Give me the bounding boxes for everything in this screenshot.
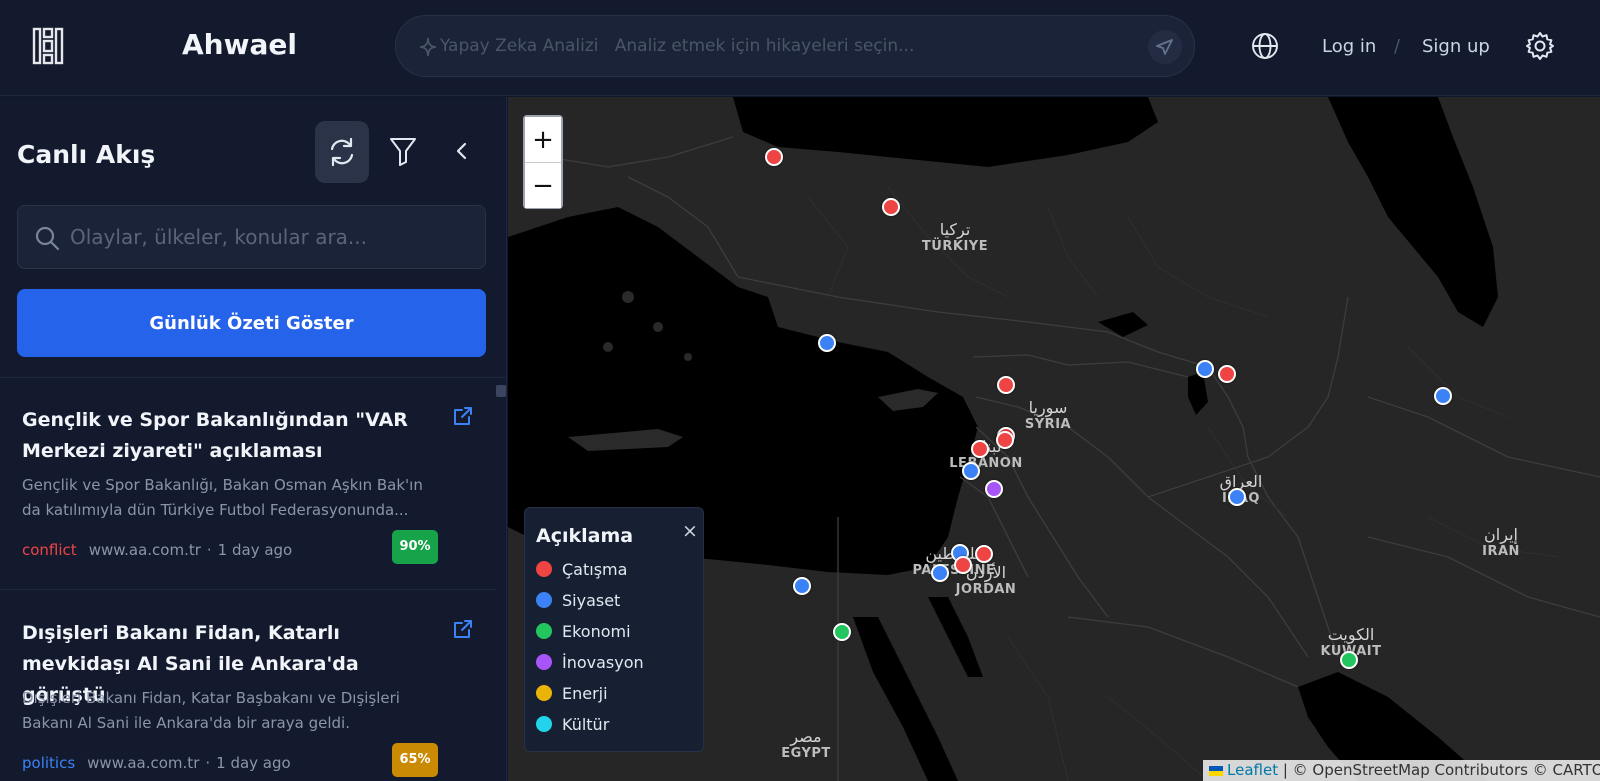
news-meta: politics www.aa.com.tr · 1 day ago (22, 754, 291, 772)
scrollbar-thumb[interactable] (496, 385, 506, 397)
ai-analysis-hint: Analiz etmek için hikayeleri seçin... (614, 36, 915, 56)
globe-icon[interactable] (1250, 31, 1280, 61)
news-marker[interactable] (793, 577, 811, 595)
news-marker[interactable] (1196, 360, 1214, 378)
legend-close-button[interactable]: × (679, 520, 701, 546)
auth-separator: / (1394, 36, 1401, 57)
legend-item-politics: Siyaset (536, 591, 620, 610)
filter-button[interactable] (387, 133, 419, 169)
external-link-icon[interactable] (452, 405, 474, 427)
news-meta: conflict www.aa.com.tr · 1 day ago (22, 541, 293, 559)
top-bar: Ahwael Yapay Zeka Analizi Analiz etmek i… (0, 0, 1600, 96)
country-label-egypt: مصر EGYPT (781, 727, 831, 761)
collapse-sidebar-button[interactable] (452, 137, 472, 165)
news-marker[interactable] (1434, 387, 1452, 405)
news-marker[interactable] (985, 480, 1003, 498)
legend-item-culture: Kültür (536, 715, 609, 734)
news-marker[interactable] (1340, 651, 1358, 669)
ai-analysis-text: Yapay Zeka Analizi Analiz etmek için hik… (440, 36, 914, 56)
ai-analysis-label: Yapay Zeka Analizi (440, 36, 599, 56)
legend-item-energy: Enerji (536, 684, 608, 703)
news-marker[interactable] (765, 148, 783, 166)
zoom-in-button[interactable]: + (525, 117, 561, 162)
brand-name[interactable]: Ahwael (182, 28, 297, 61)
news-title[interactable]: Gençlik ve Spor Bakanlığından "VAR Merke… (22, 405, 442, 467)
news-description: Gençlik ve Spor Bakanlığı, Bakan Osman A… (22, 476, 423, 519)
news-marker[interactable] (931, 564, 949, 582)
send-icon (1156, 39, 1173, 55)
attribution-text: | © OpenStreetMap Contributors © CARTO (1278, 761, 1600, 779)
legend-item-innovation: İnovasyon (536, 653, 644, 672)
news-source: www.aa.com.tr (87, 754, 200, 772)
news-map[interactable]: + − تركياTÜRKIYE سورياSYRIA لبنانLEBANON… (508, 97, 1600, 781)
search-icon (35, 226, 60, 251)
chevron-left-icon (456, 142, 467, 160)
zoom-control: + − (523, 115, 563, 209)
news-time: 1 day ago (216, 754, 291, 772)
news-card[interactable]: Dışişleri Bakanı Fidan, Katarlı mevkidaş… (0, 591, 496, 781)
news-marker[interactable] (975, 545, 993, 563)
news-source: www.aa.com.tr (88, 541, 201, 559)
refresh-icon (330, 137, 354, 167)
live-feed-sidebar: Canlı Akış Günlük Özeti Göster (0, 97, 507, 781)
gear-icon[interactable] (1524, 30, 1556, 62)
send-button[interactable] (1148, 30, 1182, 64)
signup-link[interactable]: Sign up (1422, 36, 1490, 57)
country-label-syria: سوريا SYRIA (1024, 398, 1072, 432)
map-attribution: Leaflet | © OpenStreetMap Contributors ©… (1203, 760, 1600, 781)
news-marker[interactable] (1218, 365, 1236, 383)
news-time: 1 day ago (217, 541, 293, 559)
sidebar-title: Canlı Akış (17, 140, 156, 169)
sparkle-icon (419, 37, 437, 57)
news-marker[interactable] (1228, 488, 1246, 506)
news-description: Dışişleri Bakanı Fidan, Katar Başbakanı … (22, 689, 400, 732)
map-legend: Açıklama × Çatışma Siyaset Ekonomi İnova… (524, 507, 704, 752)
legend-item-economy: Ekonomi (536, 622, 631, 641)
category-tag[interactable]: politics (22, 754, 75, 772)
login-link[interactable]: Log in (1322, 36, 1376, 57)
news-marker[interactable] (882, 198, 900, 216)
leaflet-link[interactable]: Leaflet (1227, 761, 1278, 779)
zoom-out-button[interactable]: − (525, 163, 561, 208)
refresh-button[interactable] (315, 121, 369, 183)
search-input[interactable] (70, 206, 470, 268)
search-box (17, 205, 486, 269)
country-label-iran: إيران IRAN (1482, 525, 1520, 559)
news-marker[interactable] (962, 462, 980, 480)
news-marker[interactable] (954, 556, 972, 574)
legend-title: Açıklama (536, 525, 634, 547)
ukraine-flag-icon (1209, 766, 1223, 776)
news-marker[interactable] (971, 440, 989, 458)
country-label-turkiye: تركيا TÜRKIYE (921, 220, 989, 254)
logo-icon[interactable] (31, 27, 65, 65)
filter-icon (390, 138, 416, 166)
news-marker[interactable] (997, 376, 1015, 394)
daily-summary-button[interactable]: Günlük Özeti Göster (17, 289, 486, 357)
news-card[interactable]: Gençlik ve Spor Bakanlığından "VAR Merke… (0, 378, 496, 590)
relevance-score-badge: 90% (392, 530, 438, 564)
category-tag[interactable]: conflict (22, 541, 77, 559)
legend-item-conflict: Çatışma (536, 560, 627, 579)
news-marker[interactable] (818, 334, 836, 352)
ai-analysis-bar[interactable]: Yapay Zeka Analizi Analiz etmek için hik… (395, 15, 1195, 77)
external-link-icon[interactable] (452, 618, 474, 640)
relevance-score-badge: 65% (392, 743, 438, 777)
news-marker[interactable] (996, 431, 1014, 449)
news-marker[interactable] (833, 623, 851, 641)
